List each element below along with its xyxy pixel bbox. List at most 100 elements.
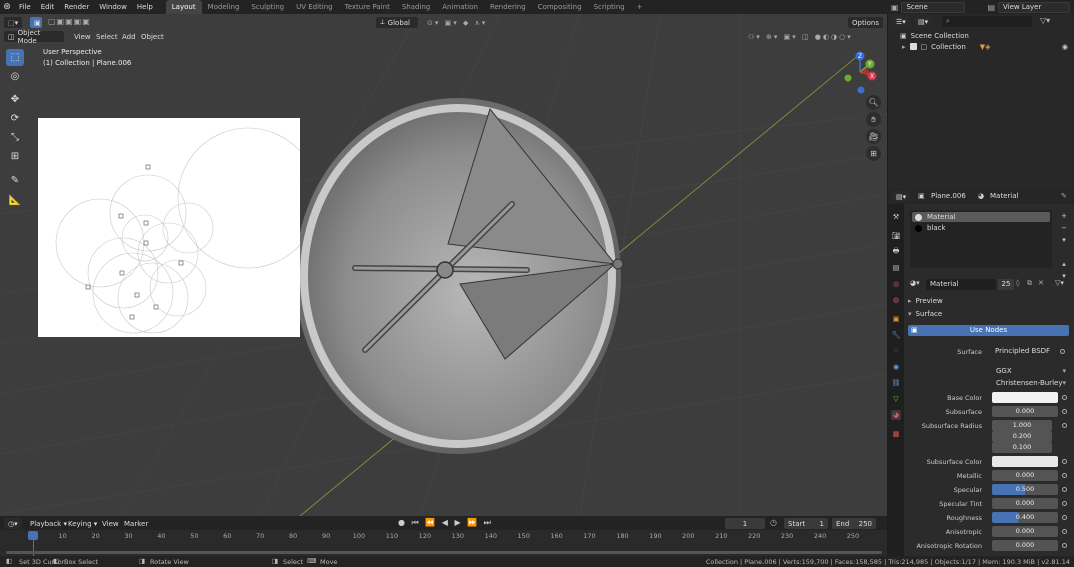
browse-filter-icon[interactable]: ▽▾	[1055, 279, 1064, 287]
transform-orientation-dropdown[interactable]: ⟂ Global	[376, 17, 418, 28]
cursor-tool-icon[interactable]: ◎	[6, 68, 24, 85]
playback-controls[interactable]: ● ⏮ ⏪ ◀ ▶ ⏩ ⏭	[398, 518, 493, 528]
material-browse-icon[interactable]: ◕▾	[910, 279, 920, 287]
pin-icon[interactable]: ✎	[1061, 192, 1067, 200]
socket-dot[interactable]	[1062, 473, 1067, 478]
editor-type-button[interactable]: ⬚▾	[4, 17, 22, 28]
roughness-field[interactable]: 0.400	[992, 512, 1058, 523]
menu-file[interactable]: File	[14, 0, 36, 14]
expand-arrow-icon[interactable]: ▸	[902, 43, 906, 51]
anisotropic-rotation-field[interactable]: 0.000	[992, 540, 1058, 551]
use-nodes-button[interactable]: ▣ Use Nodes	[908, 325, 1069, 336]
specular-tint-field[interactable]: 0.000	[992, 498, 1058, 509]
tab-sculpting[interactable]: Sculpting	[245, 0, 290, 14]
rotate-tool-icon[interactable]: ⟳	[6, 110, 24, 127]
object-mode-dropdown[interactable]: ◫ Object Mode	[4, 29, 64, 45]
socket-dot[interactable]	[1062, 515, 1067, 520]
surface-panel-header[interactable]: ▾ Surface	[908, 309, 1072, 319]
view-layer-icon[interactable]: ▤	[987, 3, 995, 12]
menu-help[interactable]: Help	[132, 0, 158, 14]
material-slot-item[interactable]: Material	[912, 212, 1050, 222]
modifier-tab-icon[interactable]: 🔧︎	[891, 330, 901, 340]
timeline-view-menu[interactable]: View	[98, 518, 123, 529]
navigation-gizmo[interactable]: Z Y X	[840, 50, 880, 94]
include-checkbox[interactable]	[909, 43, 917, 50]
select-mode-icons[interactable]: ▢▣▣▣▣	[48, 17, 91, 26]
view-layer-tab-icon[interactable]: ▤	[891, 263, 901, 273]
outliner-search-input[interactable]: ⌕	[942, 16, 1032, 27]
surface-shader-dropdown[interactable]: Principled BSDF	[992, 346, 1068, 357]
tab-layout[interactable]: Layout	[165, 0, 202, 14]
subsurface-color-field[interactable]	[992, 456, 1058, 467]
material-name-field[interactable]: Material	[926, 279, 996, 290]
tab-compositing[interactable]: Compositing	[532, 0, 588, 14]
timeline-editor-type-button[interactable]: ◷▾	[4, 518, 22, 529]
tab-shading[interactable]: Shading	[396, 0, 436, 14]
socket-dot[interactable]	[1062, 459, 1067, 464]
scene-field[interactable]: Scene	[901, 1, 966, 13]
object-name-label[interactable]: Plane.006	[931, 192, 966, 200]
pan-hand-icon[interactable]: ✋︎	[866, 112, 881, 127]
distribution-dropdown[interactable]: GGX ▾	[992, 366, 1069, 377]
grid-perspective-icon[interactable]: ⊞	[866, 146, 881, 161]
properties-editor-type-button[interactable]: ▤▾	[892, 191, 910, 202]
end-frame-field[interactable]: End 250	[832, 518, 876, 529]
subsurface-method-dropdown[interactable]: Christensen-Burley ▾	[992, 378, 1069, 389]
viewport-shading-toggles[interactable]: ⚇▾ ⊕▾ ▣▾ ◫ ●◐◑○▾	[744, 31, 884, 42]
outliner-display-mode[interactable]: ▤▾	[914, 16, 932, 27]
select-mode-box-icon[interactable]: ▣	[30, 17, 42, 28]
tab-scripting[interactable]: Scripting	[588, 0, 631, 14]
add-workspace-button[interactable]: +	[631, 0, 649, 14]
menu-window[interactable]: Window	[94, 0, 132, 14]
socket-dot[interactable]	[1062, 395, 1067, 400]
subsurface-field[interactable]: 0.000	[992, 406, 1058, 417]
material-users-count[interactable]: 25	[998, 279, 1014, 290]
options-dropdown[interactable]: Options	[848, 17, 884, 28]
move-tool-icon[interactable]: ✥	[6, 91, 24, 108]
socket-dot[interactable]	[1062, 501, 1067, 506]
object-tab-icon[interactable]: ▣	[891, 314, 901, 324]
scene-collection-row[interactable]: ▣ Scene Collection	[888, 30, 1074, 41]
outliner-editor-type-button[interactable]: ☰▾	[892, 16, 910, 27]
physics-tab-icon[interactable]: ◉	[891, 362, 901, 372]
socket-dot[interactable]	[1062, 409, 1067, 414]
camera-icon[interactable]: 🎥︎	[866, 129, 881, 144]
menu-object[interactable]: Object	[137, 31, 168, 42]
clock-icon[interactable]: ◷	[770, 518, 777, 527]
socket-dot[interactable]	[1062, 543, 1067, 548]
frame-ruler[interactable]: 1102030405060708090100110120130140150160…	[0, 530, 887, 556]
timeline-scrollbar[interactable]	[6, 551, 882, 554]
transform-tool-icon[interactable]: ⊞	[6, 148, 24, 165]
world-tab-icon[interactable]: ◍	[891, 295, 901, 305]
subsurface-radius-x-field[interactable]: 1.000	[992, 420, 1052, 431]
menu-edit[interactable]: Edit	[36, 0, 60, 14]
output-tab-icon[interactable]: 🖶︎	[891, 247, 901, 257]
current-frame-field[interactable]: 1	[725, 518, 765, 529]
socket-dot[interactable]	[1062, 423, 1067, 428]
start-frame-field[interactable]: Start 1	[784, 518, 828, 529]
3d-viewport[interactable]: ⬚▾ ▣ ▢▣▣▣▣ ◫ Object Mode View Select Add …	[0, 14, 887, 516]
socket-dot[interactable]	[1062, 529, 1067, 534]
measure-tool-icon[interactable]: 📐	[6, 192, 24, 209]
socket-dot[interactable]	[1062, 487, 1067, 492]
reference-image[interactable]	[38, 118, 319, 337]
blender-logo-icon[interactable]: ⊛	[0, 2, 14, 12]
subsurface-radius-y-field[interactable]: 0.200	[992, 431, 1052, 442]
anisotropic-field[interactable]: 0.000	[992, 526, 1058, 537]
fake-user-icon[interactable]: ◊	[1016, 279, 1019, 287]
keying-menu[interactable]: Keying ▾	[64, 518, 101, 529]
tab-uv-editing[interactable]: UV Editing	[290, 0, 339, 14]
collection-row[interactable]: ▸ ▢ Collection ▼◈ ◉	[888, 41, 1074, 52]
marker-menu[interactable]: Marker	[120, 518, 152, 529]
zoom-icon[interactable]: 🔍︎	[866, 95, 881, 110]
base-color-swatch[interactable]	[992, 392, 1058, 403]
preview-panel-header[interactable]: ▸ Preview	[908, 296, 1072, 306]
unlink-icon[interactable]: ✕	[1038, 279, 1044, 287]
filter-icon[interactable]: ▽▾	[1040, 16, 1050, 25]
slot-side-buttons[interactable]: + − ▾ ▴ ▾	[1059, 210, 1069, 282]
duplicate-icon[interactable]: ⧉	[1027, 279, 1032, 288]
tab-rendering[interactable]: Rendering	[484, 0, 532, 14]
visibility-eye-icon[interactable]: ◉	[1062, 43, 1068, 51]
tab-modeling[interactable]: Modeling	[202, 0, 246, 14]
scene-tab-icon[interactable]: ◎	[891, 279, 901, 289]
